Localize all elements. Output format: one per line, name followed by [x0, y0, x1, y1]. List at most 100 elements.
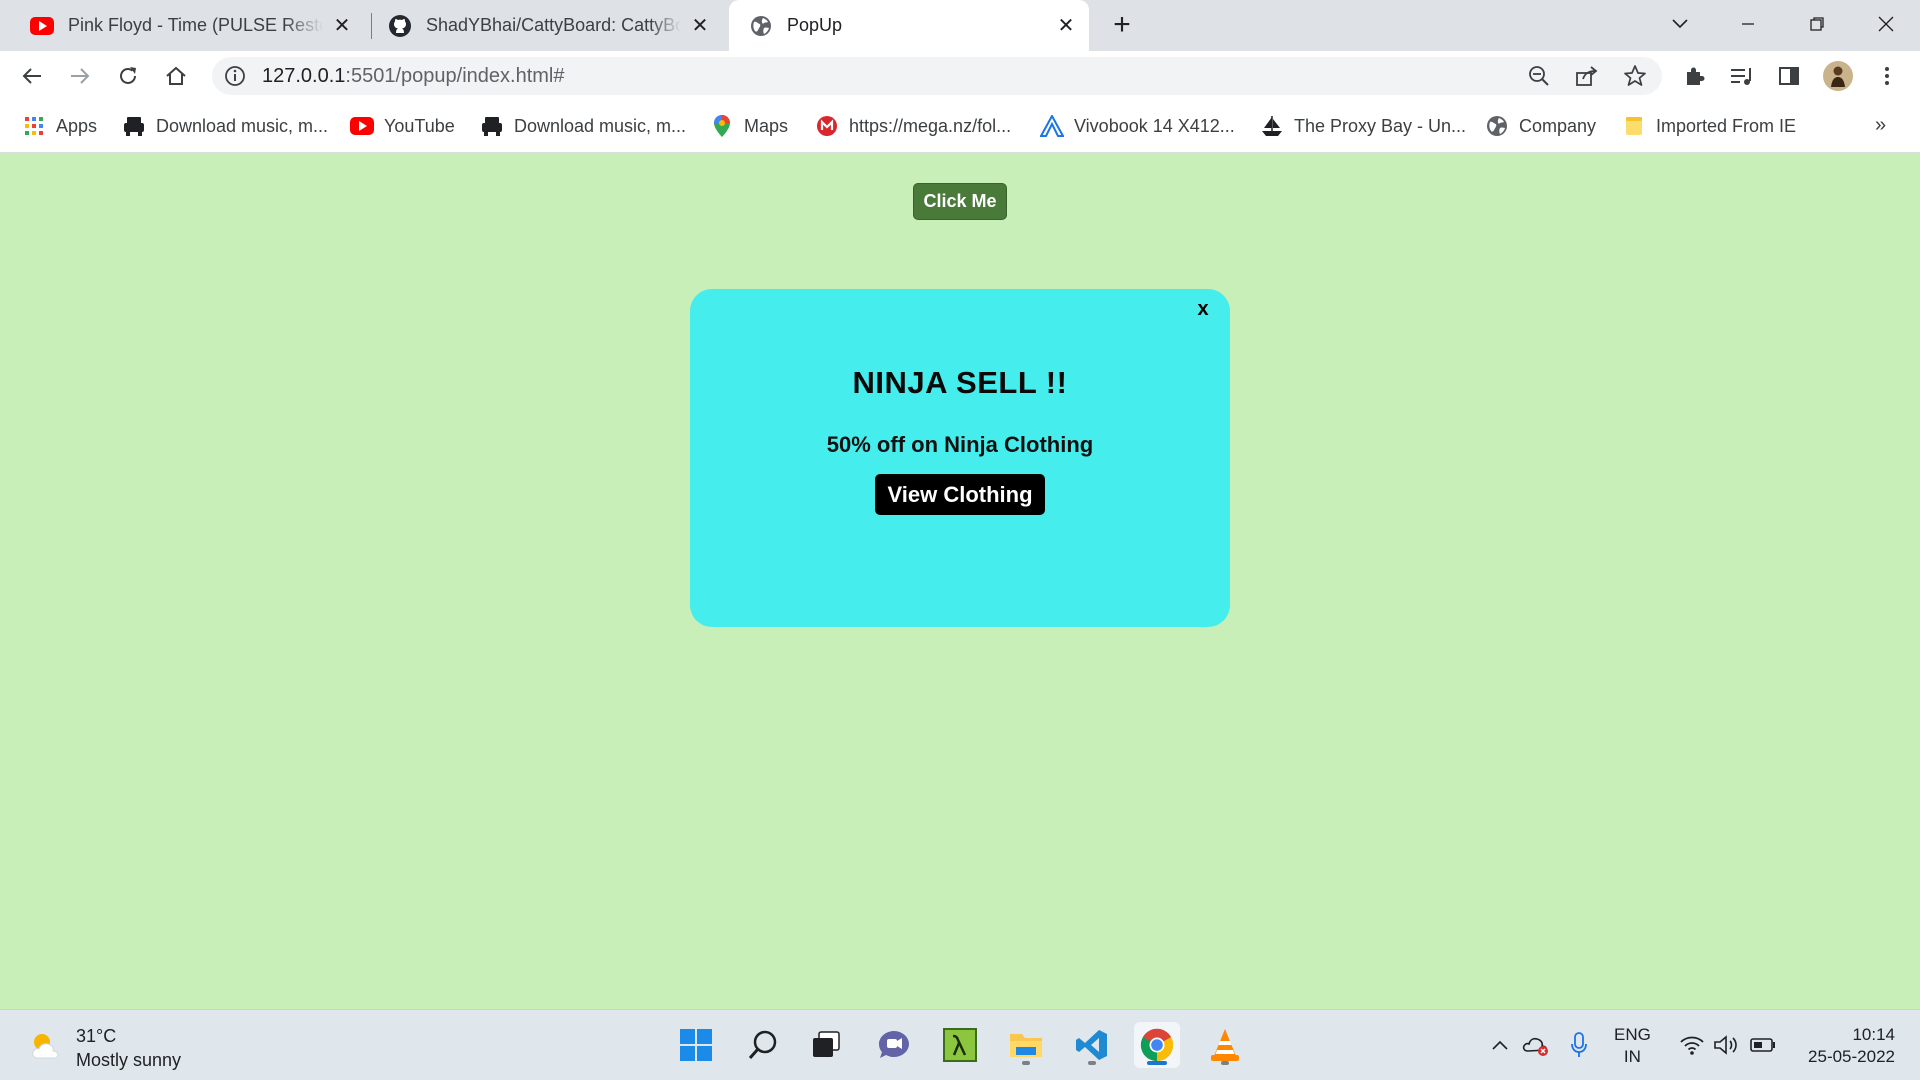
tab-strip: Pink Floyd - Time (PULSE Restore ✕ ShadY… — [0, 0, 1920, 51]
popup-subtitle: 50% off on Ninja Clothing — [826, 432, 1094, 457]
region-code: IN — [1623, 1047, 1641, 1066]
new-tab-button[interactable]: + — [1107, 8, 1137, 41]
puzzle-icon — [1687, 67, 1705, 85]
home-button[interactable] — [159, 59, 193, 93]
popup-title: NINJA SELL !! — [852, 365, 1068, 400]
side-panel-button[interactable] — [1772, 59, 1806, 93]
tab-close-button[interactable]: ✕ — [331, 15, 353, 37]
window-close-button[interactable] — [1866, 8, 1906, 40]
microphone-status[interactable] — [1564, 1030, 1594, 1060]
bookmark-star-icon[interactable] — [1622, 63, 1648, 89]
start-button[interactable] — [673, 1022, 719, 1068]
playlist-music-icon — [1731, 68, 1751, 85]
pirate-ship-icon — [1260, 114, 1284, 138]
bookmark-label: https://mega.nz/fol... — [849, 115, 1012, 136]
tab-close-button[interactable]: ✕ — [1055, 15, 1077, 37]
extensions-button[interactable] — [1678, 59, 1712, 93]
tab-title: PopUp — [787, 15, 843, 35]
tab-popup[interactable]: PopUp ✕ — [729, 0, 1089, 51]
weather-text: 31°C Mostly sunny — [76, 1024, 181, 1072]
github-icon — [388, 14, 412, 38]
taskbar-search-button[interactable] — [740, 1022, 786, 1068]
music-download-icon — [122, 114, 146, 138]
bookmark-label: Download music, m... — [156, 115, 329, 136]
profile-avatar[interactable] — [1821, 59, 1855, 93]
running-indicator — [1221, 1061, 1229, 1065]
site-info-icon[interactable] — [224, 65, 246, 87]
media-control-button[interactable] — [1725, 59, 1759, 93]
tab-github[interactable]: ShadYBhai/CattyBoard: CattyBoa ✕ — [376, 0, 721, 51]
bookmark-vivobook[interactable]: Vivobook 14 X412... — [1040, 113, 1235, 139]
vlc-button[interactable] — [1202, 1022, 1248, 1068]
clock-time: 10:14 — [1852, 1025, 1895, 1044]
page-content: Click Me x NINJA SELL !! 50% off on Ninj… — [0, 154, 1920, 1009]
bookmark-label: Download music, m... — [514, 115, 687, 136]
bookmark-maps[interactable]: Maps — [710, 113, 788, 139]
bookmark-company[interactable]: Company — [1485, 113, 1596, 139]
file-explorer-icon — [1010, 1034, 1042, 1057]
tab-close-button[interactable]: ✕ — [689, 15, 711, 37]
click-me-button[interactable]: Click Me — [913, 183, 1007, 220]
tab-pink-floyd[interactable]: Pink Floyd - Time (PULSE Restore ✕ — [18, 0, 363, 51]
chevron-down-icon — [1672, 19, 1688, 29]
lambda-app-button[interactable] — [937, 1022, 983, 1068]
url-text: 127.0.0.1:5501/popup/index.html# — [262, 65, 564, 88]
bookmark-label: The Proxy Bay - Un... — [1294, 115, 1467, 136]
bookmark-imported-from-ie[interactable]: Imported From IE — [1622, 113, 1796, 139]
system-clock[interactable]: 10:14 25-05-2022 — [1795, 1024, 1895, 1068]
lambda-app-icon — [943, 1028, 977, 1062]
weather-widget[interactable]: 31°C Mostly sunny — [28, 1024, 181, 1072]
battery-status[interactable] — [1748, 1030, 1778, 1060]
globe-icon — [749, 14, 773, 38]
tab-title: ShadYBhai/CattyBoard: CattyBoa — [426, 15, 681, 35]
running-indicator — [1088, 1061, 1096, 1065]
wifi-status[interactable] — [1677, 1030, 1707, 1060]
weather-temperature: 31°C — [76, 1026, 117, 1046]
view-clothing-button[interactable]: View Clothing — [875, 474, 1045, 515]
forward-button[interactable] — [63, 59, 97, 93]
bookmark-download-music-1[interactable]: Download music, m... — [122, 113, 328, 139]
search-icon — [748, 1030, 777, 1059]
volume-status[interactable] — [1712, 1030, 1742, 1060]
microphone-icon — [1571, 1032, 1587, 1057]
language-indicator[interactable]: ENG IN — [1614, 1024, 1651, 1068]
minimize-button[interactable] — [1728, 8, 1768, 40]
url-host: 127.0.0.1 — [262, 65, 346, 87]
running-indicator — [1022, 1061, 1030, 1065]
file-explorer-button[interactable] — [1003, 1022, 1049, 1068]
address-bar[interactable]: 127.0.0.1:5501/popup/index.html# — [212, 57, 1662, 95]
bookmark-proxy-bay[interactable]: The Proxy Bay - Un... — [1260, 113, 1466, 139]
chrome-menu-button[interactable] — [1870, 59, 1904, 93]
chrome-taskbar-button[interactable] — [1134, 1022, 1180, 1068]
bookmark-download-music-2[interactable]: Download music, m... — [480, 113, 686, 139]
task-view-button[interactable] — [803, 1022, 849, 1068]
reload-icon — [120, 67, 136, 84]
bookmark-youtube[interactable]: YouTube — [350, 113, 455, 139]
tab-title: Pink Floyd - Time (PULSE Restore — [68, 15, 323, 35]
apps-grid-icon — [22, 114, 46, 138]
kebab-menu-icon — [1885, 67, 1889, 85]
zoom-icon[interactable] — [1526, 63, 1552, 89]
vscode-button[interactable] — [1069, 1022, 1115, 1068]
reload-button[interactable] — [111, 59, 145, 93]
windows-taskbar: 31°C Mostly sunny ENG IN 10:14 25-05-202… — [0, 1009, 1920, 1080]
tab-search-button[interactable] — [1660, 8, 1700, 40]
share-icon[interactable] — [1574, 63, 1600, 89]
onedrive-status[interactable] — [1521, 1030, 1551, 1060]
teams-chat-button[interactable] — [871, 1022, 917, 1068]
vscode-icon — [1076, 1030, 1107, 1060]
bookmarks-overflow-button[interactable]: » — [1875, 114, 1886, 137]
side-panel-icon — [1779, 67, 1799, 85]
popup-close-button[interactable]: x — [1192, 297, 1214, 321]
back-button[interactable] — [15, 59, 49, 93]
bookmark-apps[interactable]: Apps — [22, 113, 97, 139]
language-code: ENG — [1614, 1025, 1651, 1044]
wifi-icon — [1680, 1036, 1704, 1055]
arrow-right-icon — [71, 68, 90, 84]
restore-button[interactable] — [1797, 8, 1837, 40]
bookmark-label: Maps — [744, 115, 789, 136]
music-download-icon — [480, 114, 504, 138]
bookmark-mega[interactable]: https://mega.nz/fol... — [815, 113, 1011, 139]
show-hidden-icons-button[interactable] — [1485, 1030, 1515, 1060]
url-path: :5501/popup/index.html# — [345, 65, 565, 87]
